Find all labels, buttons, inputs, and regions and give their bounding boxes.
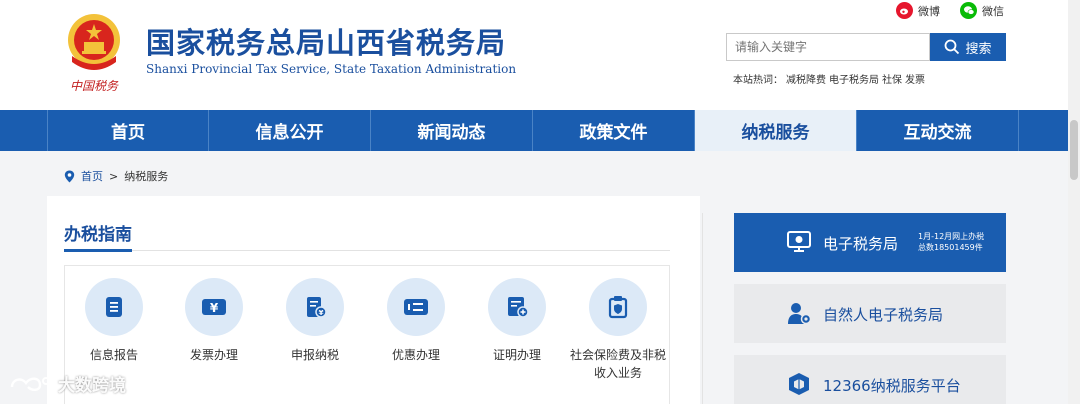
service-social-insurance[interactable]: 社会保险费及非税收入业务: [568, 278, 668, 382]
breadcrumb-current: 纳税服务: [124, 170, 169, 183]
service-info-report[interactable]: 信息报告: [64, 278, 164, 364]
individual-e-tax-bureau-label: 自然人电子税务局: [823, 306, 944, 324]
scrollbar-thumb[interactable]: [1070, 120, 1078, 180]
hot-term[interactable]: 减税降费: [786, 75, 826, 86]
watermark-text: 大数跨境: [58, 376, 126, 396]
breadcrumb: 首页 > 纳税服务: [64, 168, 168, 184]
service-label: 优惠办理: [391, 348, 440, 362]
nav-item-tax-service[interactable]: 纳税服务: [695, 110, 857, 151]
search-input[interactable]: [726, 33, 930, 61]
service-icon-wrap: ¥: [185, 278, 243, 336]
watermark: 大数跨境: [8, 371, 126, 396]
guide-title-accent: [64, 249, 132, 252]
service-label: 证明办理: [492, 348, 541, 362]
hot-terms-label: 本站热词：: [733, 75, 783, 86]
service-label: 信息报告: [89, 348, 138, 362]
service-icon-wrap: [488, 278, 546, 336]
site-header: 中国税务 国家税务总局山西省税务局 Shanxi Provincial Tax …: [0, 0, 1080, 110]
invoice-yen-icon: ¥: [202, 299, 226, 315]
service-icon-wrap: [85, 278, 143, 336]
search-button-label: 搜索: [965, 40, 992, 56]
nav-item-policy[interactable]: 政策文件: [533, 110, 695, 151]
emblem-text: 中国税务: [70, 79, 119, 93]
weibo-icon: [896, 2, 913, 19]
e-tax-stats-line2: 总数18501459件: [918, 243, 983, 252]
hot-term[interactable]: 发票: [905, 75, 925, 86]
nav-item-home[interactable]: 首页: [47, 110, 209, 151]
service-icon-wrap: [387, 278, 445, 336]
breadcrumb-home[interactable]: 首页: [81, 168, 103, 184]
wechat-link[interactable]: 微信: [960, 2, 1004, 19]
search-button[interactable]: 搜索: [930, 33, 1006, 61]
nav-item-interaction[interactable]: 互动交流: [857, 110, 1019, 151]
site-title[interactable]: 国家税务总局山西省税务局: [146, 20, 506, 62]
discount-card-icon: [404, 299, 428, 315]
e-tax-bureau-stats: 1月-12月网上办税 总数18501459件: [918, 231, 984, 253]
watermark-logo-icon: [10, 376, 50, 391]
e-tax-bureau-button[interactable]: 电子税务局 1月-12月网上办税 总数18501459件: [734, 213, 1006, 272]
wechat-icon: [960, 2, 977, 19]
e-tax-stats-line1: 1月-12月网上办税: [918, 232, 985, 241]
weibo-label: 微博: [918, 4, 940, 18]
service-label: 社会保险费及非税收入业务: [569, 348, 666, 380]
service-icon-wrap: [589, 278, 647, 336]
service-label: 申报纳税: [290, 348, 339, 362]
service-certificate[interactable]: 证明办理: [467, 278, 567, 364]
scrollbar-track[interactable]: [1068, 0, 1080, 404]
svg-text:¥: ¥: [319, 309, 324, 317]
person-icon: [786, 300, 812, 326]
svg-text:¥: ¥: [210, 301, 219, 315]
service-tax-declaration[interactable]: ¥ 申报纳税: [265, 278, 365, 364]
column-divider: [702, 213, 703, 404]
12366-service-platform-label: 12366纳税服务平台: [823, 377, 961, 395]
wechat-label: 微信: [982, 4, 1004, 18]
certificate-icon: [508, 297, 529, 318]
search-icon: [945, 39, 960, 55]
e-tax-bureau-label: 电子税务局: [823, 235, 899, 253]
service-invoice[interactable]: ¥ 发票办理: [164, 278, 264, 364]
guide-title: 办税指南: [64, 225, 132, 245]
social-insurance-icon: [608, 296, 628, 319]
cube-icon: [786, 371, 812, 397]
tax-declaration-icon: ¥: [307, 297, 327, 318]
hot-term[interactable]: 社保: [882, 75, 902, 86]
service-label: 发票办理: [189, 348, 238, 362]
page: 中国税务 国家税务总局山西省税务局 Shanxi Provincial Tax …: [0, 0, 1080, 404]
hot-term[interactable]: 电子税务局: [829, 75, 879, 86]
main-nav: 首页 信息公开 新闻动态 政策文件 纳税服务 互动交流: [0, 110, 1080, 151]
site-subtitle: Shanxi Provincial Tax Service, State Tax…: [146, 62, 517, 76]
guide-title-divider: [64, 250, 670, 251]
document-icon: [106, 297, 122, 317]
service-preferential[interactable]: 优惠办理: [366, 278, 466, 364]
monitor-icon: [786, 229, 812, 255]
location-pin-icon: [64, 170, 75, 182]
12366-service-platform-button[interactable]: 12366纳税服务平台: [734, 355, 1006, 404]
hot-terms: 本站热词： 减税降费 电子税务局 社保 发票: [733, 71, 928, 86]
weibo-link[interactable]: 微博: [896, 2, 940, 19]
national-emblem-logo[interactable]: 中国税务: [62, 10, 126, 96]
nav-item-info-disclosure[interactable]: 信息公开: [209, 110, 371, 151]
breadcrumb-separator: >: [109, 169, 119, 183]
nav-item-news[interactable]: 新闻动态: [371, 110, 533, 151]
individual-e-tax-bureau-button[interactable]: 自然人电子税务局: [734, 284, 1006, 343]
service-icon-wrap: ¥: [286, 278, 344, 336]
